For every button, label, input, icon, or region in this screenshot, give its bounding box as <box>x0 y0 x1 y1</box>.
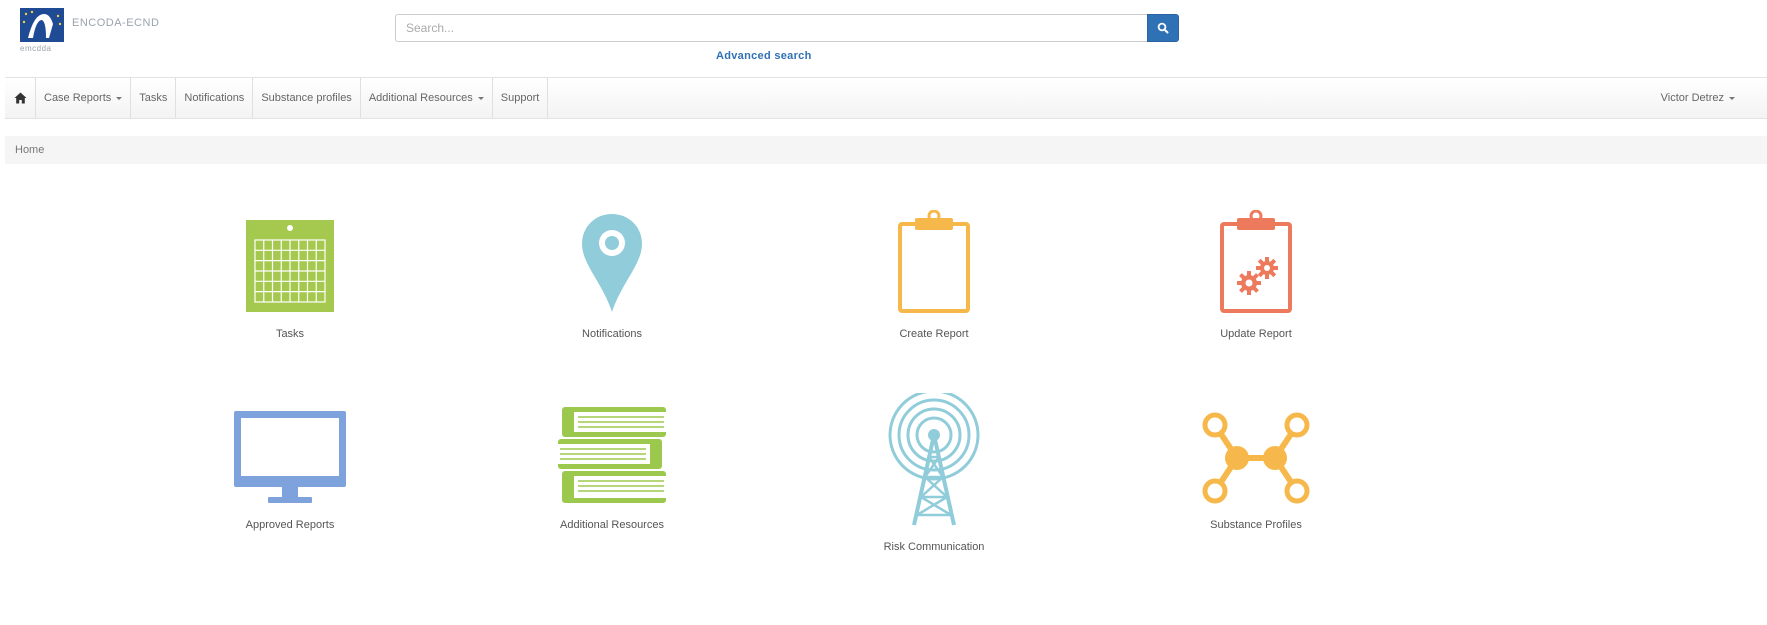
tile-label: Approved Reports <box>245 519 335 531</box>
brand-logo[interactable]: ENCODA-ECND <box>20 8 159 42</box>
tile-label: Risk Communication <box>883 541 985 553</box>
nav-case-reports[interactable]: Case Reports <box>36 78 132 118</box>
search-input[interactable] <box>395 14 1147 42</box>
tile-approved-reports[interactable]: Approved Reports <box>190 393 390 531</box>
tile-label: Create Report <box>899 328 969 340</box>
tile-risk-communication[interactable]: Risk Communication <box>834 393 1034 553</box>
brand-name: ENCODA-ECND <box>72 17 160 29</box>
tile-tasks[interactable]: Tasks <box>190 194 390 340</box>
nav-tasks-label: Tasks <box>139 92 168 104</box>
nav-support[interactable]: Support <box>493 78 549 118</box>
breadcrumb-home[interactable]: Home <box>15 144 44 156</box>
caret-down-icon <box>116 96 123 100</box>
nav-notifications-label: Notifications <box>184 92 245 104</box>
tile-label: Tasks <box>275 328 305 340</box>
radio-tower-icon <box>869 393 999 527</box>
brand-tagline: emcdda <box>20 44 52 53</box>
clipboard-gears-icon <box>1191 194 1321 314</box>
clipboard-icon <box>869 194 999 314</box>
nav-tasks[interactable]: Tasks <box>131 78 177 118</box>
calendar-icon <box>225 194 355 314</box>
main-navbar: Case Reports Tasks Notifications Substan… <box>5 77 1767 119</box>
nav-substance-profiles-label: Substance profiles <box>261 92 352 104</box>
map-pin-icon <box>547 194 677 314</box>
nav-additional-resources[interactable]: Additional Resources <box>361 78 493 118</box>
tile-label: Notifications <box>582 328 642 340</box>
logo-mark-icon <box>20 8 64 42</box>
search-icon <box>1157 22 1169 34</box>
nav-support-label: Support <box>500 92 540 104</box>
monitor-icon <box>225 393 355 505</box>
home-icon <box>14 92 27 104</box>
search-button[interactable] <box>1147 14 1179 42</box>
nav-additional-resources-label: Additional Resources <box>368 92 473 104</box>
tile-label: Update Report <box>1220 328 1292 340</box>
user-menu[interactable]: Victor Detrez <box>1661 78 1735 118</box>
nav-substance-profiles[interactable]: Substance profiles <box>253 78 361 118</box>
books-icon <box>547 393 677 505</box>
nav-notifications[interactable]: Notifications <box>176 78 254 118</box>
tile-update-report[interactable]: Update Report <box>1156 194 1356 340</box>
tile-notifications[interactable]: Notifications <box>512 194 712 340</box>
nav-case-reports-label: Case Reports <box>44 92 112 104</box>
user-name: Victor Detrez <box>1660 92 1724 104</box>
search-bar <box>395 14 1179 42</box>
caret-down-icon <box>477 96 484 100</box>
breadcrumb: Home <box>5 136 1767 164</box>
advanced-search-link[interactable]: Advanced search <box>716 50 812 62</box>
header: ENCODA-ECND emcdda Advanced search <box>0 0 1767 76</box>
caret-down-icon <box>1729 96 1735 100</box>
tile-label: Substance Profiles <box>1210 519 1302 531</box>
tile-substance-profiles[interactable]: Substance Profiles <box>1156 393 1356 531</box>
molecule-icon <box>1191 393 1321 505</box>
tile-create-report[interactable]: Create Report <box>834 194 1034 340</box>
nav-home[interactable] <box>5 78 36 118</box>
tile-additional-resources[interactable]: Additional Resources <box>512 393 712 531</box>
tile-label: Additional Resources <box>560 519 664 531</box>
